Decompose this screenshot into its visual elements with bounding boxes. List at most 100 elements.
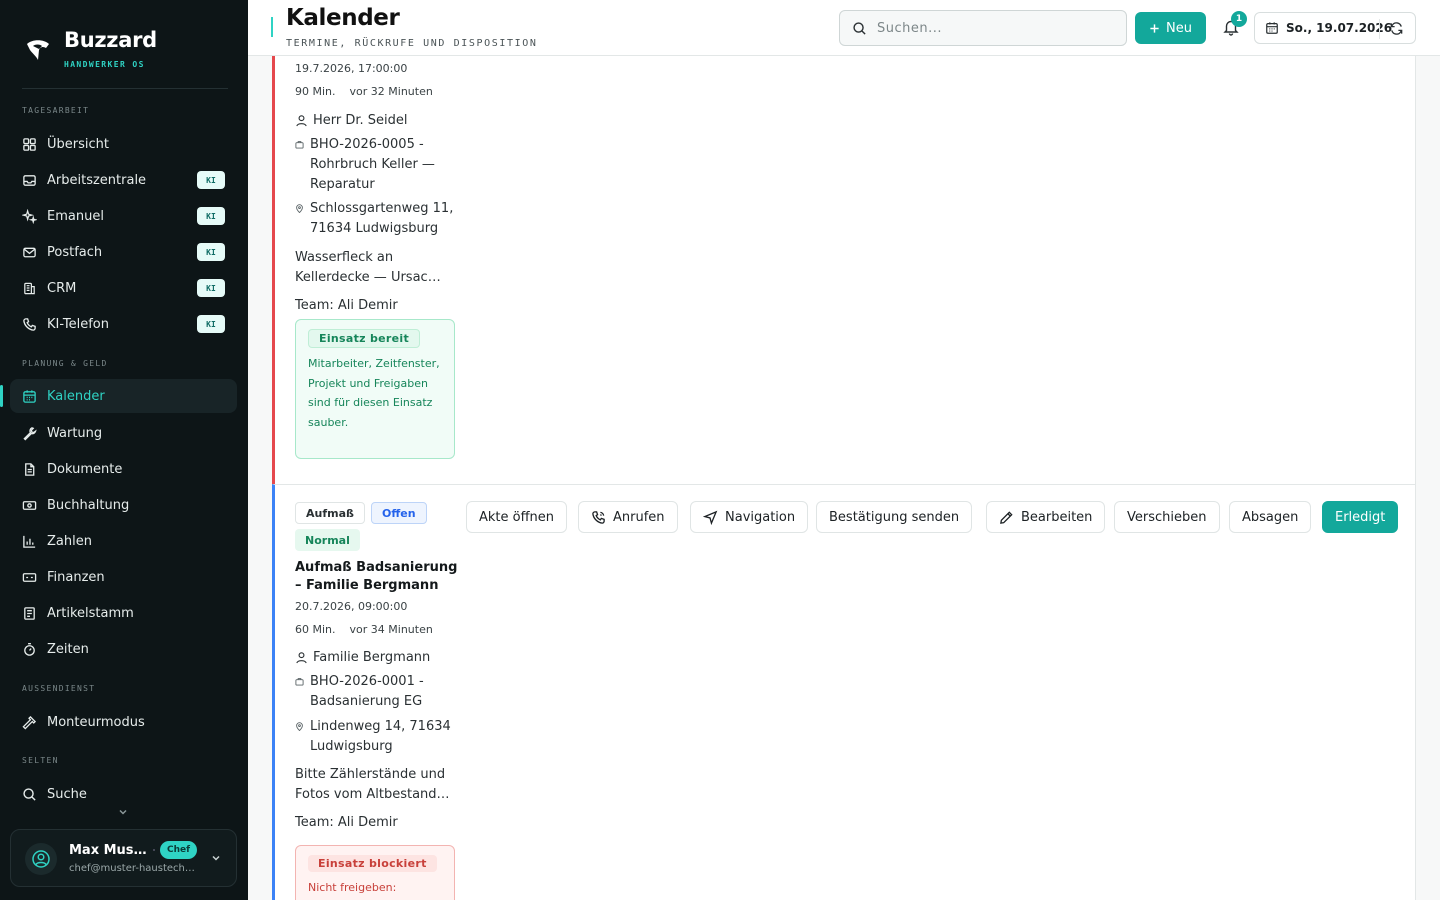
search-icon <box>853 21 866 35</box>
sidebar-item-label: Artikelstamm <box>47 605 134 621</box>
document-icon <box>22 462 37 477</box>
sidebar-item-uebersicht[interactable]: Übersicht <box>10 127 237 161</box>
navigation-label: Navigation <box>725 509 796 525</box>
mark-done-button[interactable]: Erledigt <box>1322 501 1399 533</box>
user-card[interactable]: Max Mustermann Chef chef@muster-haustech… <box>10 829 237 887</box>
sidebar-item-ki-telefon[interactable]: KI-Telefon KI <box>10 307 237 341</box>
appointment-note: Bitte Zählerstände und Fotos vom Altbest… <box>295 767 446 802</box>
customer-row[interactable]: Familie Bergmann <box>295 648 455 668</box>
phone-call-icon <box>592 510 605 524</box>
ki-badge: KI <box>197 315 225 333</box>
notification-count-badge: 1 <box>1231 11 1247 27</box>
appointment-card[interactable]: Aufmaß Offen Normal Aufmaß Badsanierung … <box>272 484 1416 900</box>
chevron-down-icon[interactable] <box>117 806 129 818</box>
sidebar-item-label: Emanuel <box>47 208 104 224</box>
sidebar-item-postfach[interactable]: Postfach KI <box>10 235 237 269</box>
list-document-icon <box>22 606 37 621</box>
sparkle-icon <box>22 208 37 224</box>
appointment-datetime: 19.7.2026, 17:00:00 <box>295 62 408 75</box>
hammer-icon <box>22 715 37 730</box>
project-name: BHO-2026-0005 - Rohrbruch Keller — Repar… <box>310 137 435 192</box>
sidebar-item-label: KI-Telefon <box>47 316 109 332</box>
address-row[interactable]: Lindenweg 14, 71634 Ludwigsburg <box>295 717 455 757</box>
user-circle-icon <box>32 850 50 868</box>
section-label-selten: SELTEN <box>22 756 59 765</box>
appointment-duration-row: 60 Min. vor 34 Minuten <box>295 620 455 640</box>
briefcase-icon <box>295 672 306 712</box>
sidebar-item-monteurmodus[interactable]: Monteurmodus <box>10 705 237 739</box>
wallet-icon <box>22 570 37 585</box>
sidebar-item-label: Dokumente <box>47 461 123 477</box>
sidebar-item-finanzen[interactable]: Finanzen <box>10 560 237 594</box>
appointment-duration: 60 Min. <box>295 623 336 636</box>
user-icon <box>295 648 309 668</box>
sidebar-item-label: Wartung <box>47 425 103 441</box>
phone-icon <box>22 317 37 332</box>
sidebar-item-buchhaltung[interactable]: Buchhaltung <box>10 488 237 522</box>
cancel-label: Absagen <box>1242 509 1299 525</box>
priority-chip: Normal <box>295 529 360 551</box>
wrench-icon <box>22 426 37 441</box>
chevron-down-icon[interactable] <box>210 852 222 864</box>
navigation-arrow-icon <box>703 510 718 525</box>
user-icon <box>295 111 309 131</box>
banknote-icon <box>22 498 37 513</box>
edit-button[interactable]: Bearbeiten <box>986 501 1106 533</box>
sidebar-item-dokumente[interactable]: Dokumente <box>10 452 237 486</box>
status-chip: Einsatz blockiert <box>308 855 437 872</box>
project-row[interactable]: BHO-2026-0005 - Rohrbruch Keller — Repar… <box>295 135 455 195</box>
cancel-appointment-button[interactable]: Absagen <box>1229 501 1312 533</box>
edit-label: Bearbeiten <box>1021 509 1093 525</box>
appointment-title[interactable]: Aufmaß Badsanierung – Familie Bergmann <box>295 559 459 595</box>
sidebar-item-crm[interactable]: CRM KI <box>10 271 237 305</box>
address-row[interactable]: Schlossgartenweg 11, 71634 Ludwigsburg <box>295 199 455 239</box>
search-box[interactable] <box>839 10 1127 46</box>
section-label-tagesarbeit: TAGESARBEIT <box>22 106 90 115</box>
call-label: Anrufen <box>613 509 665 525</box>
section-label-aussendienst: AUSSENDIENST <box>22 684 96 693</box>
sidebar-item-artikelstamm[interactable]: Artikelstamm <box>10 596 237 630</box>
status-text: Nicht freigeben: <box>308 881 397 894</box>
appointment-relative-time: vor 32 Minuten <box>349 85 433 98</box>
calendar-icon <box>22 389 37 404</box>
sidebar-item-kalender[interactable]: Kalender <box>0 379 237 413</box>
sidebar-item-zeiten[interactable]: Zeiten <box>10 632 237 666</box>
reschedule-button[interactable]: Verschieben <box>1114 501 1220 533</box>
separator-dot <box>153 849 155 851</box>
calendar-icon <box>1266 22 1278 34</box>
sidebar-item-wartung[interactable]: Wartung <box>10 416 237 450</box>
top-header: Kalender TERMINE, RÜCKRUFE UND DISPOSITI… <box>248 0 1440 56</box>
search-input[interactable] <box>877 20 1097 36</box>
bar-chart-icon <box>22 534 37 549</box>
status-text: Mitarbeiter, Zeitfenster, Projekt und Fr… <box>308 357 440 429</box>
navigation-button[interactable]: Navigation <box>690 501 809 533</box>
customer-row[interactable]: Herr Dr. Seidel <box>295 111 455 131</box>
sidebar-item-label: Suche <box>47 786 87 802</box>
pencil-icon <box>1000 510 1013 524</box>
brand[interactable]: Buzzard HANDWERKER OS <box>24 28 157 69</box>
send-confirmation-label: Bestätigung senden <box>829 509 960 525</box>
ki-badge: KI <box>197 207 225 225</box>
page-title: Kalender <box>286 5 400 31</box>
project-row[interactable]: BHO-2026-0001 - Badsanierung EG <box>295 672 455 712</box>
appointment-team: Team: Ali Demir <box>295 298 398 313</box>
new-button[interactable]: Neu <box>1135 12 1206 44</box>
user-email: chef@muster-haustechnik.de <box>69 863 199 874</box>
inbox-tray-icon <box>22 173 37 188</box>
plus-icon <box>1150 23 1159 33</box>
date-picker[interactable]: So., 19.07.2026 <box>1254 12 1416 44</box>
refresh-icon[interactable] <box>1389 21 1404 36</box>
send-confirmation-button[interactable]: Bestätigung senden <box>816 501 973 533</box>
sidebar-item-arbeitszentrale[interactable]: Arbeitszentrale KI <box>10 163 237 197</box>
sidebar-item-label: Finanzen <box>47 569 105 585</box>
open-file-label: Akte öffnen <box>479 509 555 525</box>
reschedule-label: Verschieben <box>1127 509 1207 525</box>
divider <box>1379 19 1380 39</box>
stopwatch-icon <box>22 642 37 657</box>
sidebar-item-emanuel[interactable]: Emanuel KI <box>10 199 237 233</box>
section-label-planung: PLANUNG & GELD <box>22 359 108 368</box>
sidebar-item-zahlen[interactable]: Zahlen <box>10 524 237 558</box>
appointment-card[interactable]: 19.7.2026, 17:00:00 90 Min. vor 32 Minut… <box>272 56 1416 485</box>
open-file-button[interactable]: Akte öffnen <box>466 501 568 533</box>
call-button[interactable]: Anrufen <box>578 501 678 533</box>
